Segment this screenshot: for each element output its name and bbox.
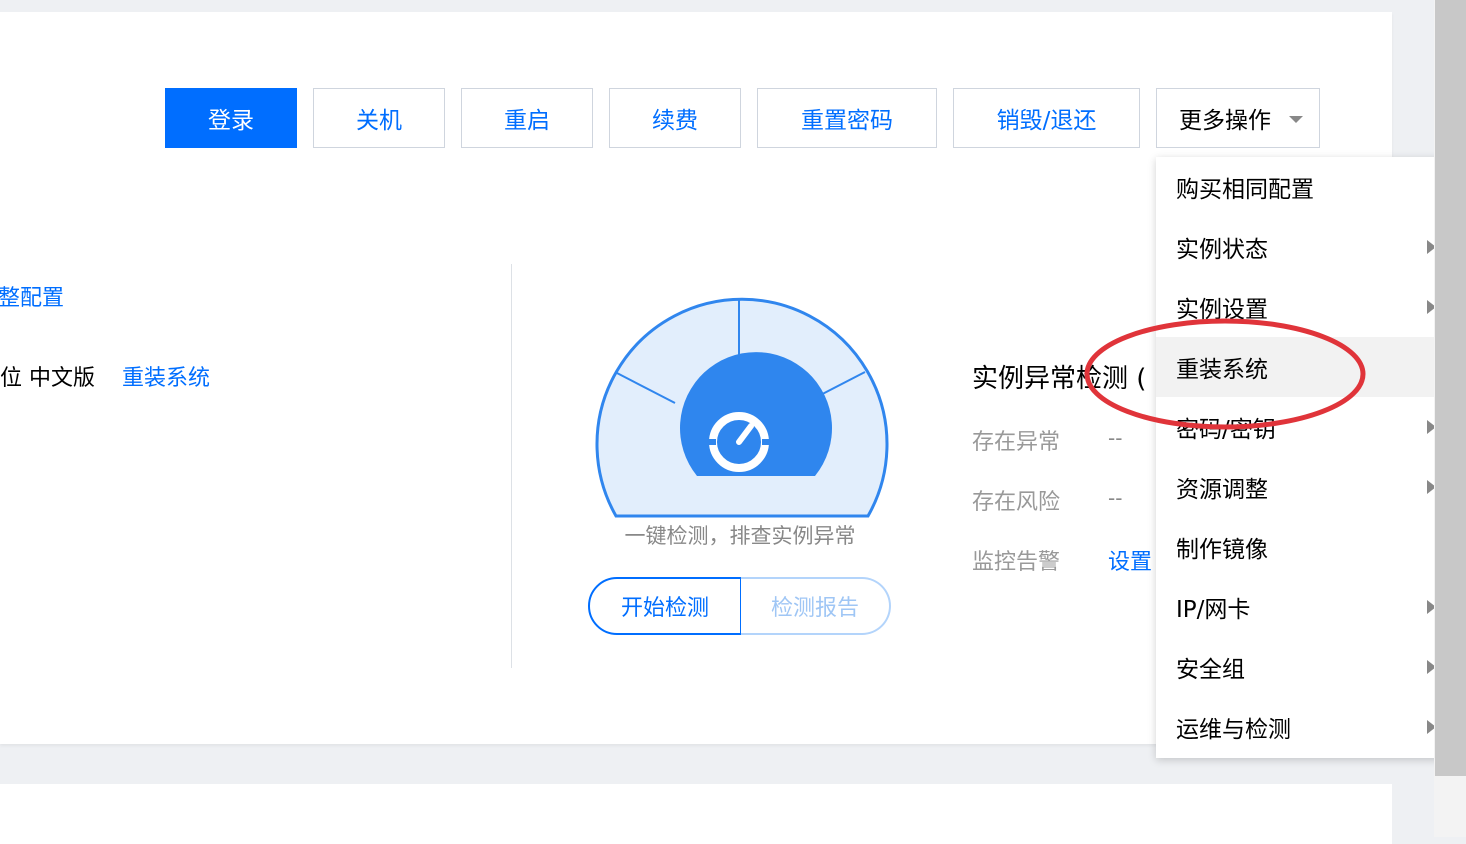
menu-item-label: 资源调整 [1176, 477, 1268, 503]
menu-item-label: 密码/密钥 [1176, 417, 1276, 443]
menu-item-label: IP/网卡 [1176, 597, 1251, 623]
more-actions-menu: 购买相同配置 实例状态 实例设置 重装系统 密码/密钥 资源调整 制作镜像 IP… [1156, 157, 1456, 758]
restart-button[interactable]: 重启 [461, 88, 593, 148]
more-actions-label: 更多操作 [1179, 108, 1271, 134]
chevron-down-icon [1289, 116, 1303, 123]
adjust-config-link[interactable]: 整配置 [0, 280, 64, 312]
menu-item-reinstall-system[interactable]: 重装系统 [1156, 337, 1456, 397]
menu-item-buy-same-config[interactable]: 购买相同配置 [1156, 157, 1456, 217]
check-report-button: 检测报告 [741, 577, 891, 635]
menu-item-ip-nic[interactable]: IP/网卡 [1156, 577, 1456, 637]
menu-item-label: 实例设置 [1176, 297, 1268, 323]
gauge-caption: 一键检测，排查实例异常 [624, 524, 856, 548]
menu-item-security-group[interactable]: 安全组 [1156, 637, 1456, 697]
next-panel [0, 784, 1392, 844]
menu-item-instance-settings[interactable]: 实例设置 [1156, 277, 1456, 337]
monitor-alarm-label: 监控告警 [972, 550, 1061, 575]
menu-item-label: 制作镜像 [1176, 537, 1268, 563]
menu-item-label: 购买相同配置 [1176, 177, 1314, 203]
destroy-return-button[interactable]: 销毁/退还 [953, 88, 1140, 148]
os-version-text: 位 中文版 [0, 366, 95, 391]
risk-label: 存在风险 [972, 490, 1061, 515]
login-button[interactable]: 登录 [165, 88, 297, 148]
more-actions-button[interactable]: 更多操作 [1156, 88, 1320, 148]
renew-button[interactable]: 续费 [609, 88, 741, 148]
menu-item-resource-adjust[interactable]: 资源调整 [1156, 457, 1456, 517]
reinstall-system-link[interactable]: 重装系统 [122, 360, 210, 392]
detection-title: 实例异常检测 ( [972, 364, 1147, 394]
menu-item-label: 实例状态 [1176, 237, 1268, 263]
risk-value: -- [1108, 486, 1123, 510]
menu-item-password-key[interactable]: 密码/密钥 [1156, 397, 1456, 457]
menu-item-label: 重装系统 [1176, 357, 1268, 383]
abnormal-label: 存在异常 [972, 430, 1061, 455]
shutdown-button[interactable]: 关机 [313, 88, 445, 148]
start-check-button[interactable]: 开始检测 [588, 577, 742, 635]
abnormal-value: -- [1108, 426, 1123, 450]
section-divider [511, 264, 512, 668]
menu-item-instance-status[interactable]: 实例状态 [1156, 217, 1456, 277]
menu-item-label: 运维与检测 [1176, 717, 1291, 743]
health-check-gauge-icon [595, 297, 889, 518]
menu-item-label: 安全组 [1176, 657, 1245, 683]
menu-item-ops-detection[interactable]: 运维与检测 [1156, 697, 1456, 757]
reset-password-button[interactable]: 重置密码 [757, 88, 937, 148]
alarm-settings-link[interactable]: 设置 [1108, 544, 1152, 576]
menu-item-create-image[interactable]: 制作镜像 [1156, 517, 1456, 577]
scrollbar-thumb[interactable] [1435, 0, 1466, 776]
